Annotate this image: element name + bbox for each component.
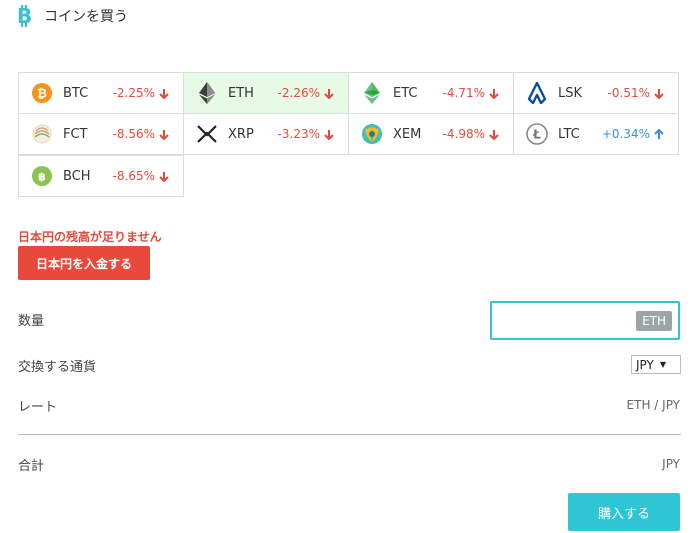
buy-button[interactable]: 購入する (568, 493, 680, 531)
coin-change: -2.26% (278, 86, 334, 100)
svg-text:Ł: Ł (532, 128, 541, 142)
rate-unit: ETH / JPY (626, 398, 680, 412)
currency-select[interactable]: JPY ▼ (631, 355, 681, 374)
svg-text:₿: ₿ (37, 87, 47, 101)
coin-symbol: LTC (558, 126, 580, 142)
arrow-down-icon (159, 88, 169, 99)
coin-symbol: ETC (393, 85, 418, 101)
coin-tile-ltc[interactable]: Ł LTC +0.34% (513, 113, 679, 155)
arrow-up-icon (654, 128, 664, 140)
quantity-label: 数量 (18, 314, 45, 329)
coin-change-value: -2.25% (112, 86, 155, 100)
coin-symbol: XRP (228, 126, 254, 142)
coin-tile-btc[interactable]: ₿ BTC -2.25% (18, 72, 184, 114)
coin-row: ₿ BTC -2.25% ETH -2.26% ETC -4.71% LSK -0.51% (18, 72, 682, 114)
coin-tile-fct[interactable]: FCT -8.56% (18, 113, 184, 155)
deposit-jpy-button[interactable]: 日本円を入金する (18, 246, 150, 280)
coin-symbol: XEM (393, 126, 422, 142)
coin-change: -4.98% (443, 127, 499, 141)
coin-symbol: ETH (228, 85, 254, 101)
coin-change: -4.71% (443, 86, 499, 100)
coin-symbol: LSK (558, 85, 583, 101)
page-header: B コインを買う (14, 4, 128, 28)
coin-tile-bch[interactable]: ฿ BCH -8.65% (18, 155, 184, 197)
arrow-down-icon (489, 129, 499, 140)
coin-change: +0.34% (602, 127, 664, 141)
coin-row: ฿ BCH -8.65% (18, 155, 682, 198)
coin-change-value: -4.71% (442, 86, 485, 100)
coin-tile-eth[interactable]: ETH -2.26% (183, 72, 349, 114)
arrow-down-icon (159, 129, 169, 140)
coin-grid: ₿ BTC -2.25% ETH -2.26% ETC -4.71% LSK -0.51% FCT… (18, 72, 682, 198)
coin-symbol: BTC (63, 85, 89, 101)
rate-label: レート (18, 400, 58, 415)
eth-icon (196, 82, 218, 104)
btc-icon: ₿ (31, 82, 53, 104)
divider (18, 434, 681, 435)
currency-label: 交換する通貨 (18, 360, 97, 375)
quantity-input[interactable] (498, 309, 618, 333)
arrow-down-icon (324, 129, 334, 140)
total-label: 合計 (18, 459, 45, 474)
coin-change-value: -8.65% (112, 169, 155, 183)
coin-tile-xrp[interactable]: XRP -3.23% (183, 113, 349, 155)
coin-change: -2.25% (113, 86, 169, 100)
coin-symbol: FCT (63, 126, 88, 142)
coin-tile-xem[interactable]: XEM -4.98% (348, 113, 514, 155)
coin-symbol: BCH (63, 168, 91, 184)
bitcoin-logo-icon: B (14, 5, 36, 27)
balance-warning: 日本円の残高が足りません (18, 230, 162, 244)
coin-row: FCT -8.56% XRP -3.23% XEM -4.98% Ł LTC +0.34% (18, 113, 682, 156)
coin-change-value: -2.26% (277, 86, 320, 100)
coin-change: -8.65% (113, 169, 169, 183)
coin-change: -8.56% (113, 127, 169, 141)
coin-change-value: -3.23% (277, 127, 320, 141)
dropdown-caret-icon: ▼ (659, 360, 666, 369)
arrow-down-icon (159, 171, 169, 182)
arrow-down-icon (324, 88, 334, 99)
svg-text:฿: ฿ (38, 171, 46, 184)
coin-tile-lsk[interactable]: LSK -0.51% (513, 72, 679, 114)
coin-change: -3.23% (278, 127, 334, 141)
coin-change-value: +0.34% (601, 127, 650, 141)
xem-icon (361, 123, 383, 145)
quantity-unit-badge: ETH (636, 310, 672, 331)
page-title: コインを買う (44, 9, 128, 25)
ltc-icon: Ł (526, 123, 548, 145)
lsk-icon (526, 82, 548, 104)
quantity-field[interactable]: ETH (490, 301, 680, 340)
coin-change-value: -0.51% (607, 86, 650, 100)
coin-change-value: -8.56% (112, 127, 155, 141)
bch-icon: ฿ (31, 165, 53, 187)
total-unit: JPY (662, 457, 680, 471)
coin-tile-etc[interactable]: ETC -4.71% (348, 72, 514, 114)
fct-icon (31, 123, 53, 145)
svg-text:B: B (17, 5, 32, 27)
arrow-down-icon (654, 88, 664, 99)
currency-selected-value: JPY (636, 357, 654, 372)
etc-icon (361, 82, 383, 104)
arrow-down-icon (489, 88, 499, 99)
coin-change: -0.51% (608, 86, 664, 100)
coin-change-value: -4.98% (442, 127, 485, 141)
xrp-icon (196, 123, 218, 145)
